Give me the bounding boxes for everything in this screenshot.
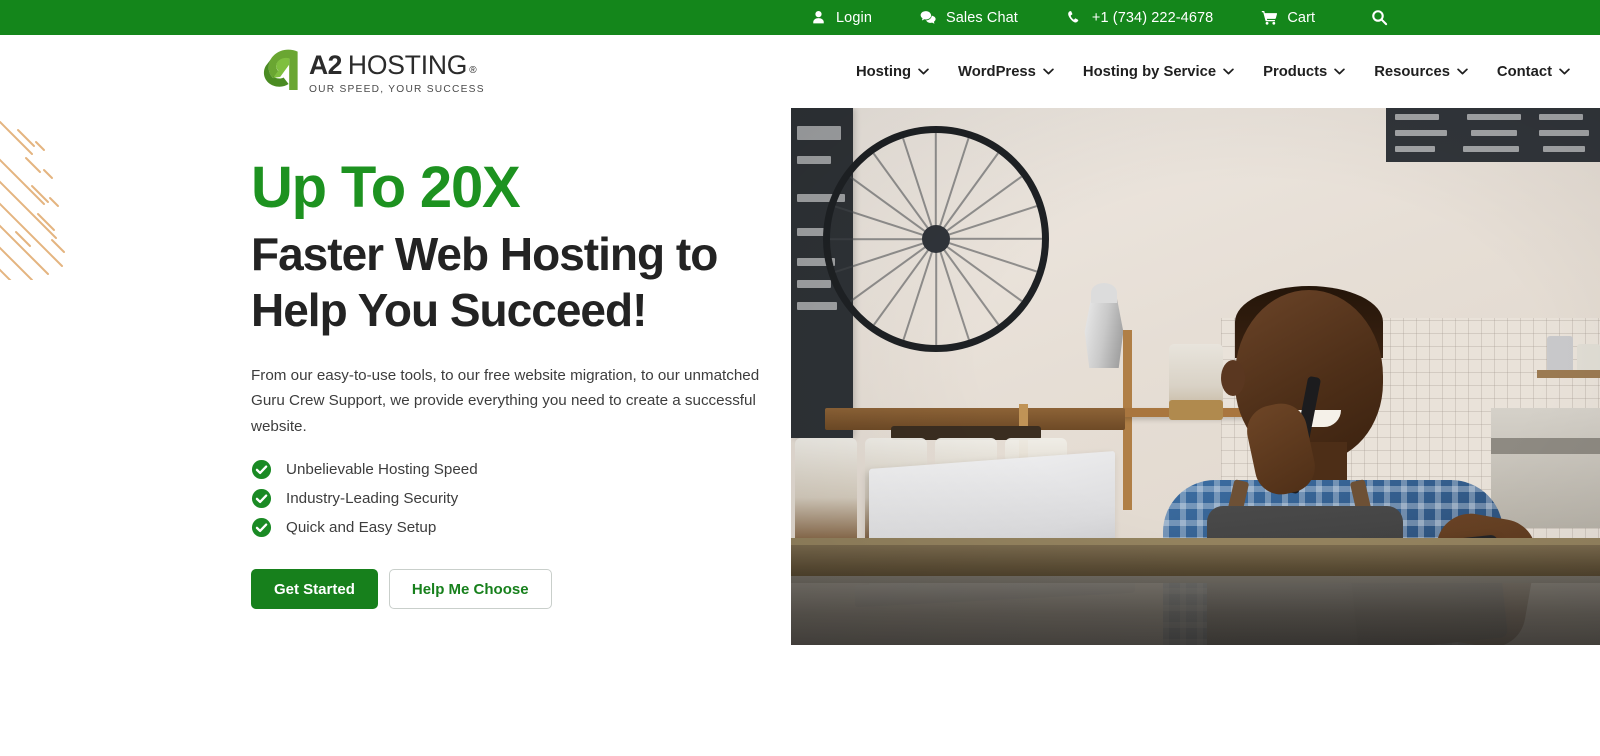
hero-cta-row: Get Started Help Me Choose bbox=[251, 569, 791, 610]
chevron-down-icon bbox=[1223, 68, 1234, 75]
phone-link[interactable]: +1 (734) 222-4678 bbox=[1066, 9, 1213, 26]
chevron-down-icon bbox=[918, 68, 929, 75]
login-link[interactable]: Login bbox=[810, 9, 872, 26]
shopping-cart-icon bbox=[1261, 9, 1278, 26]
nav-item-wordpress[interactable]: WordPress bbox=[958, 60, 1054, 84]
phone-icon bbox=[1066, 9, 1083, 26]
check-circle-icon bbox=[251, 459, 272, 479]
sales-chat-label: Sales Chat bbox=[945, 9, 1018, 26]
hero-feature-list: Unbelievable Hosting Speed Industry-Lead… bbox=[251, 455, 791, 541]
search-icon[interactable] bbox=[1369, 8, 1389, 28]
nav-item-products-label: Products bbox=[1263, 63, 1328, 80]
chevron-down-icon bbox=[1457, 68, 1468, 75]
nav-item-resources-label: Resources bbox=[1374, 63, 1450, 80]
chevron-down-icon bbox=[1043, 68, 1054, 75]
nav-item-hosting-label: Hosting bbox=[855, 63, 912, 80]
hero-eyebrow: Up To 20X bbox=[251, 155, 521, 220]
help-me-choose-button[interactable]: Help Me Choose bbox=[388, 569, 552, 610]
chevron-down-icon bbox=[1559, 68, 1570, 75]
decorative-diagonal-stripes bbox=[0, 121, 65, 280]
cart-label: Cart bbox=[1287, 9, 1316, 26]
sales-chat-link[interactable]: Sales Chat bbox=[920, 9, 1018, 26]
nav-item-contact[interactable]: Contact bbox=[1497, 60, 1570, 84]
nav-item-wordpress-label: WordPress bbox=[958, 63, 1036, 80]
logo-text-block: A2 HOSTING ® OUR SPEED, YOUR SUCCESS bbox=[309, 48, 485, 97]
logo-hosting-text: HOSTING bbox=[347, 50, 468, 80]
nav-item-hosting-by-service[interactable]: Hosting by Service bbox=[1083, 60, 1234, 84]
hero-image bbox=[791, 108, 1600, 645]
nav-item-hosting-by-service-label: Hosting by Service bbox=[1082, 63, 1217, 80]
logo-tagline: OUR SPEED, YOUR SUCCESS bbox=[309, 83, 485, 95]
chevron-down-icon bbox=[1334, 68, 1345, 75]
hero-copy-column: Up To 20X Faster Web Hosting to Help You… bbox=[251, 155, 791, 610]
nav-item-contact-label: Contact bbox=[1496, 63, 1552, 80]
phone-number-label: +1 (734) 222-4678 bbox=[1091, 9, 1214, 26]
logo-wordmark: A2 HOSTING ® bbox=[309, 52, 485, 79]
a2-logo-mark-icon bbox=[262, 48, 300, 92]
feature-item: Industry-Leading Security bbox=[251, 484, 791, 512]
a2-hosting-logo[interactable]: A2 HOSTING ® OUR SPEED, YOUR SUCCESS bbox=[262, 48, 485, 97]
nav-item-resources[interactable]: Resources bbox=[1374, 60, 1468, 84]
cart-link[interactable]: Cart bbox=[1261, 9, 1315, 26]
logo-a2-text: A2 bbox=[309, 50, 342, 80]
nav-item-products[interactable]: Products bbox=[1263, 60, 1345, 84]
primary-nav-links: Hosting WordPress Hosting by Service Pro… bbox=[856, 35, 1570, 108]
user-icon bbox=[810, 9, 827, 26]
get-started-button[interactable]: Get Started bbox=[251, 569, 378, 610]
check-circle-icon bbox=[251, 517, 272, 537]
feature-item: Quick and Easy Setup bbox=[251, 513, 791, 541]
chat-bubbles-icon bbox=[920, 9, 937, 26]
feature-label: Industry-Leading Security bbox=[286, 489, 459, 507]
main-navigation-bar: A2 HOSTING ® OUR SPEED, YOUR SUCCESS Hosti… bbox=[0, 35, 1600, 108]
feature-label: Quick and Easy Setup bbox=[286, 518, 437, 536]
feature-label: Unbelievable Hosting Speed bbox=[286, 460, 478, 478]
check-circle-icon bbox=[251, 488, 272, 508]
next-section-partial bbox=[0, 645, 1600, 756]
nav-item-hosting[interactable]: Hosting bbox=[856, 60, 929, 84]
top-utility-bar: Login Sales Chat +1 (734) 222-4678 Cart bbox=[0, 0, 1600, 35]
feature-item: Unbelievable Hosting Speed bbox=[251, 455, 791, 483]
topbar-items: Login Sales Chat +1 (734) 222-4678 Cart bbox=[810, 8, 1389, 28]
hero-headline: Faster Web Hosting to Help You Succeed! bbox=[251, 228, 718, 337]
hero-subcopy: From our easy-to-use tools, to our free … bbox=[251, 366, 760, 435]
login-label: Login bbox=[836, 9, 872, 26]
logo-registered-mark: ® bbox=[469, 65, 477, 76]
